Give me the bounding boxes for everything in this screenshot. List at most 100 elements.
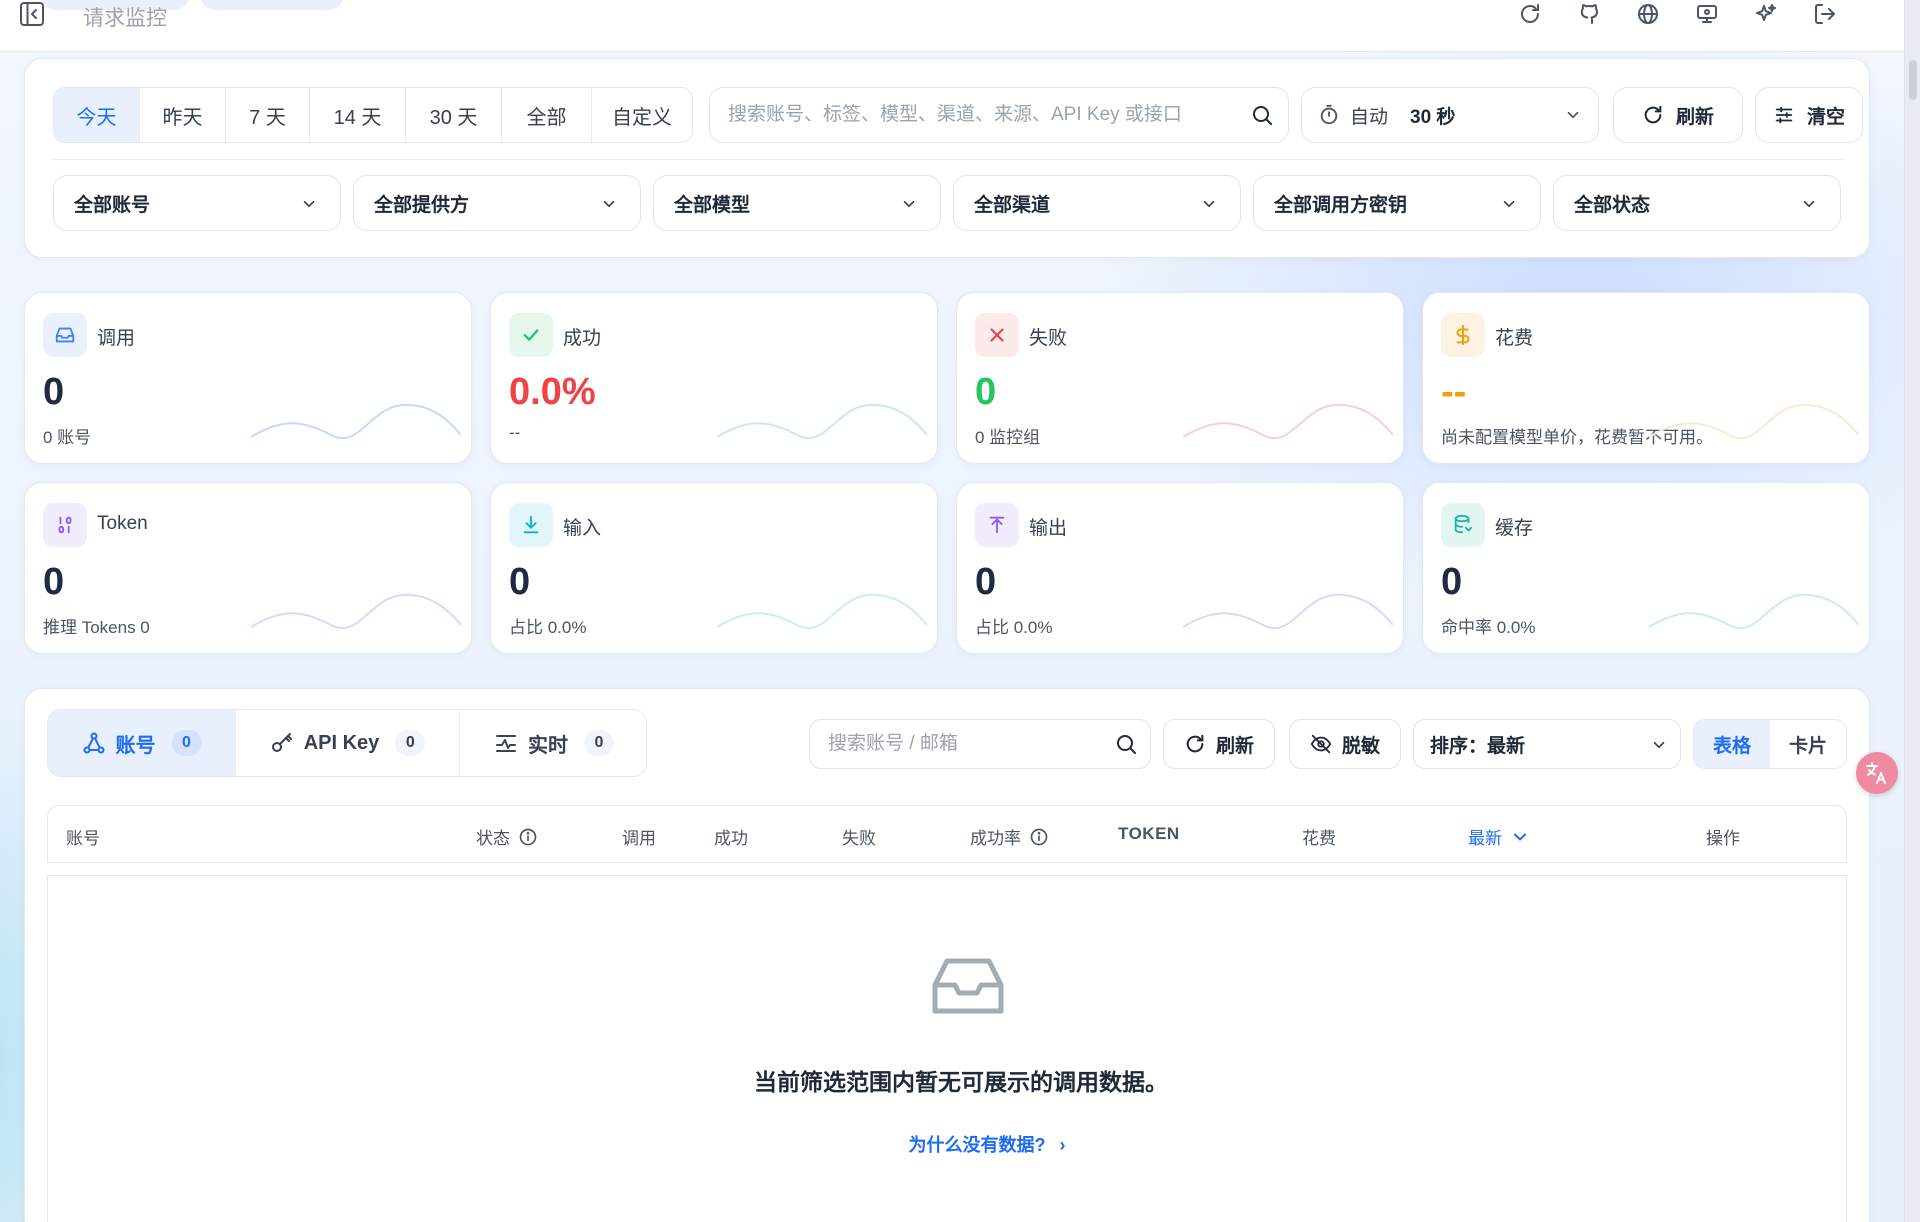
info-icon[interactable] xyxy=(518,827,538,847)
why-no-data-link[interactable]: 为什么没有数据? › xyxy=(25,1131,1920,1157)
sparkline xyxy=(1649,403,1859,440)
time-tab-yesterday[interactable]: 昨天 xyxy=(140,88,226,142)
mask-button[interactable]: 脱敏 xyxy=(1289,719,1401,769)
mask-label: 脱敏 xyxy=(1341,735,1380,757)
sort-select[interactable]: 排序：最新 xyxy=(1413,719,1681,769)
model-filter[interactable]: 全部模型 xyxy=(653,175,941,231)
col-token[interactable]: TOKEN xyxy=(1118,824,1180,844)
caller-key-filter[interactable]: 全部调用方密钥 xyxy=(1253,175,1541,231)
empty-state-text: 当前筛选范围内暂无可展示的调用数据。 xyxy=(754,1069,1168,1095)
chevron-down-icon xyxy=(1567,111,1579,119)
clear-button[interactable]: 清空 xyxy=(1755,87,1863,143)
tab-accounts[interactable]: 账号 0 xyxy=(48,710,236,776)
check-icon xyxy=(509,313,553,357)
key-icon xyxy=(271,733,292,752)
search-icon[interactable] xyxy=(1114,732,1138,756)
time-tab-7d[interactable]: 7 天 xyxy=(226,88,310,142)
refresh-icon xyxy=(1644,105,1662,124)
chevron-down-icon xyxy=(1514,833,1526,841)
refresh-button[interactable]: 刷新 xyxy=(1613,87,1743,143)
status-filter[interactable]: 全部状态 xyxy=(1553,175,1841,231)
stat-label: Token xyxy=(97,513,148,534)
view-tabs: 账号 0 API Key 0 实时 0 xyxy=(47,709,647,777)
auto-refresh-label: 自动 xyxy=(1350,106,1389,128)
scrollbar-thumb[interactable] xyxy=(1909,60,1917,100)
account-filter[interactable]: 全部账号 xyxy=(53,175,341,231)
stat-card-input: 输入 0 占比 0.0% xyxy=(490,482,938,654)
status-filter-label: 全部状态 xyxy=(1574,194,1651,216)
time-tab-today[interactable]: 今天 xyxy=(54,88,140,142)
stat-card-cache: 缓存 0 命中率 0.0% xyxy=(1422,482,1870,654)
time-tab-custom[interactable]: 自定义 xyxy=(592,88,692,142)
sidebar-toggle-icon[interactable] xyxy=(18,0,46,28)
logout-icon[interactable] xyxy=(1795,0,1854,28)
col-status[interactable]: 状态 xyxy=(476,824,538,849)
tab-ghost xyxy=(200,0,344,10)
search-icon[interactable] xyxy=(1250,103,1274,127)
account-filter-label: 全部账号 xyxy=(74,194,151,216)
view-table-button[interactable]: 表格 xyxy=(1694,720,1770,768)
globe-icon[interactable] xyxy=(1618,0,1677,28)
stat-label: 失败 xyxy=(1029,328,1068,349)
stat-value: -- xyxy=(1441,371,1467,413)
tab-api-key[interactable]: API Key 0 xyxy=(236,710,460,776)
col-account[interactable]: 账号 xyxy=(66,824,100,849)
stat-label: 花费 xyxy=(1495,328,1534,349)
sparkle-icon[interactable] xyxy=(1736,0,1795,28)
tab-realtime[interactable]: 实时 0 xyxy=(460,710,646,776)
time-range-tabs: 今天 昨天 7 天 14 天 30 天 全部 自定义 xyxy=(53,87,693,143)
provider-filter[interactable]: 全部提供方 xyxy=(353,175,641,231)
chevron-down-icon xyxy=(303,200,315,208)
eye-off-icon xyxy=(1310,734,1332,754)
col-success[interactable]: 成功 xyxy=(714,824,748,849)
time-tab-all[interactable]: 全部 xyxy=(502,88,592,142)
table-refresh-button[interactable]: 刷新 xyxy=(1163,719,1275,769)
stat-label: 缓存 xyxy=(1495,518,1534,539)
tab-label: 实时 xyxy=(528,734,568,757)
stat-value: 0 xyxy=(975,371,997,413)
translate-icon[interactable] xyxy=(1856,752,1898,794)
global-search-input[interactable] xyxy=(728,88,1228,142)
channel-filter[interactable]: 全部渠道 xyxy=(953,175,1241,231)
stat-card-success: 成功 0.0% -- xyxy=(490,292,938,464)
col-success-rate[interactable]: 成功率 xyxy=(970,824,1049,849)
filter-divider xyxy=(53,159,1843,160)
view-card-button[interactable]: 卡片 xyxy=(1770,720,1846,768)
table-panel: 账号 0 API Key 0 实时 0 刷新 脱敏 xyxy=(24,688,1870,1222)
stat-value: 0 xyxy=(509,561,531,603)
account-search-input[interactable] xyxy=(828,720,1108,768)
stat-sub: 占比 0.0% xyxy=(509,618,587,637)
refresh-icon[interactable] xyxy=(1500,0,1559,28)
timer-icon xyxy=(1320,104,1338,125)
col-status-label: 状态 xyxy=(476,829,510,848)
sparkline xyxy=(1183,403,1393,440)
upload-icon xyxy=(975,503,1019,547)
refresh-icon xyxy=(1186,734,1204,753)
github-icon[interactable] xyxy=(1559,0,1618,28)
filter-panel: 今天 昨天 7 天 14 天 30 天 全部 自定义 自动 30 秒 刷新 清空 xyxy=(24,58,1870,258)
page-title: 请求监控 xyxy=(83,7,167,30)
dollar-icon xyxy=(1441,313,1485,357)
sparkline xyxy=(717,403,927,440)
col-latest[interactable]: 最新 xyxy=(1468,824,1530,849)
sparkline xyxy=(251,593,461,630)
monitor-icon[interactable] xyxy=(1677,0,1736,28)
col-failed[interactable]: 失败 xyxy=(842,824,876,849)
time-tab-30d[interactable]: 30 天 xyxy=(406,88,502,142)
col-calls[interactable]: 调用 xyxy=(622,824,656,849)
scrollbar[interactable] xyxy=(1904,0,1920,1222)
view-mode-toggle: 表格 卡片 xyxy=(1693,719,1847,769)
chevron-down-icon xyxy=(1803,200,1815,208)
activity-icon xyxy=(496,735,516,752)
network-icon xyxy=(83,732,104,754)
time-tab-14d[interactable]: 14 天 xyxy=(310,88,406,142)
tab-count-badge: 0 xyxy=(584,730,614,756)
info-icon[interactable] xyxy=(1029,827,1049,847)
col-cost[interactable]: 花费 xyxy=(1302,824,1336,849)
table-body xyxy=(47,875,1847,1222)
auto-refresh-select[interactable]: 自动 30 秒 xyxy=(1301,87,1599,143)
tab-label: API Key xyxy=(303,731,380,754)
chevron-down-icon xyxy=(1503,200,1515,208)
table-header: 账号 状态 调用 成功 失败 成功率 TOKEN 花费 最新 操作 xyxy=(47,805,1847,863)
stat-card-failed: 失败 0 0 监控组 xyxy=(956,292,1404,464)
